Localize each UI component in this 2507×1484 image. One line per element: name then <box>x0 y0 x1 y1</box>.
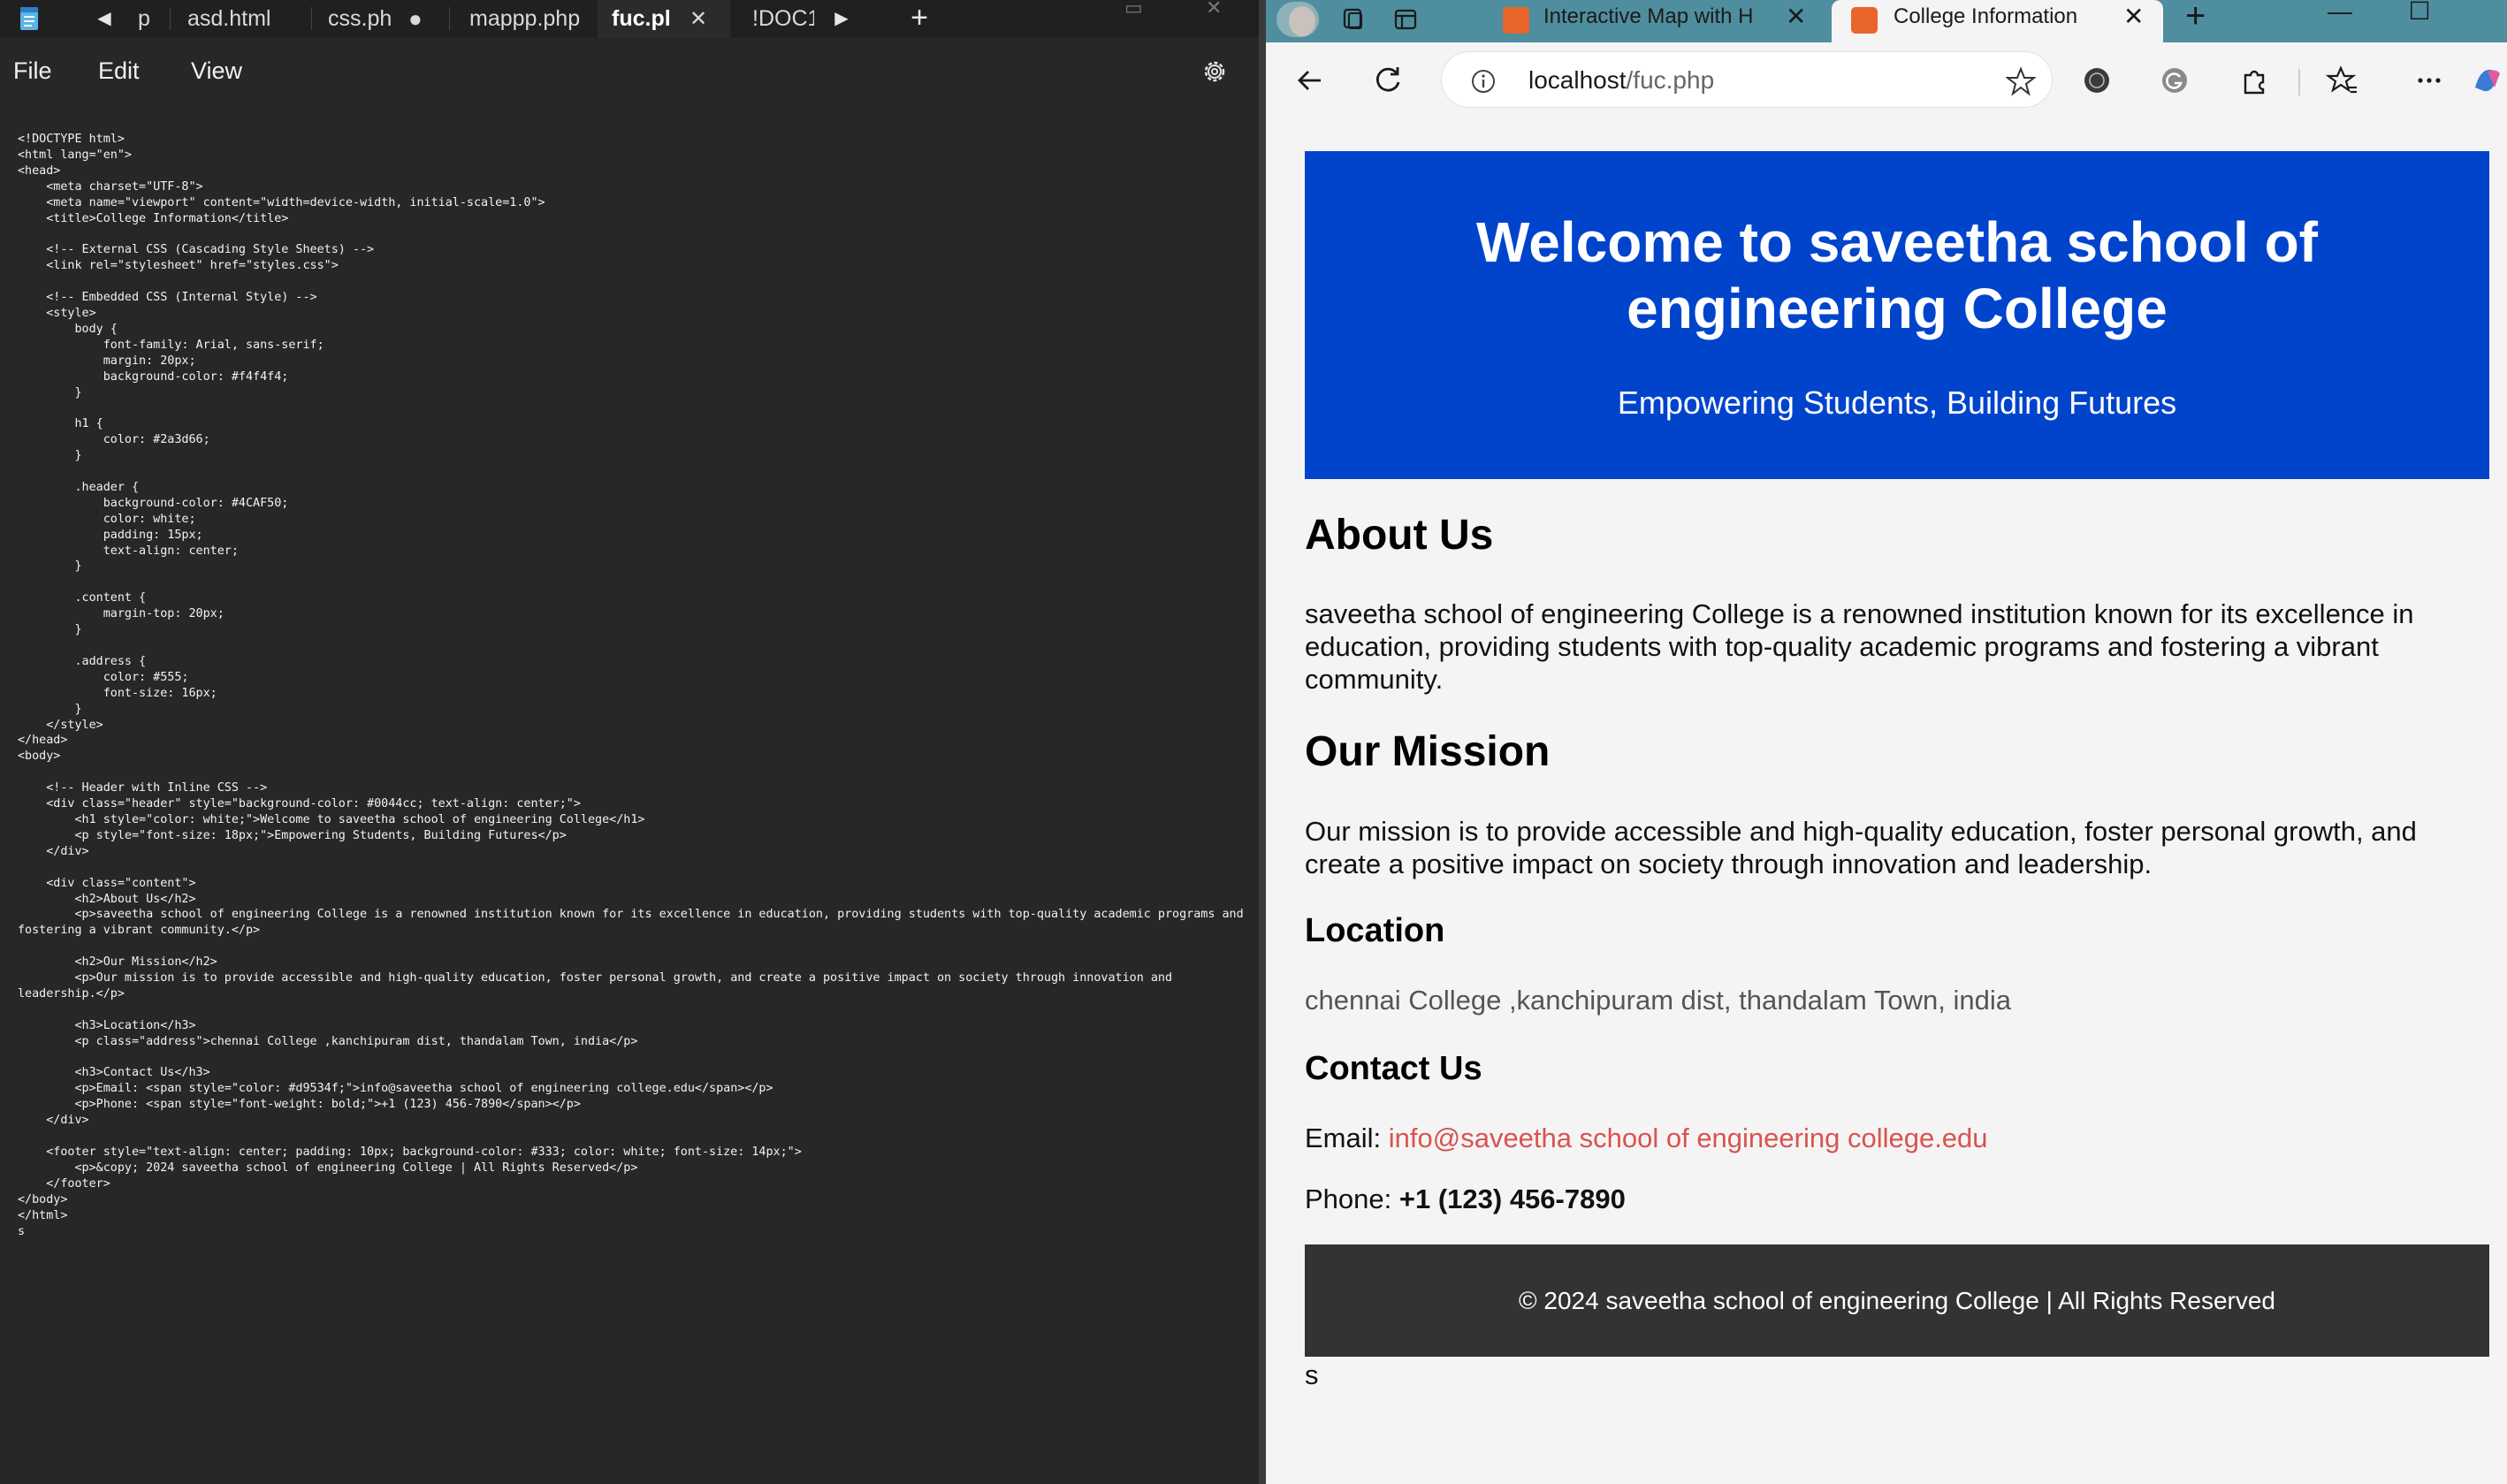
tab-separator <box>311 7 312 30</box>
tab-asd-html[interactable]: asd.html <box>187 0 293 38</box>
notepad-tab-bar: ◀ p asd.html css.ph| ● mappp.php fuc.pl … <box>0 0 1259 38</box>
tab-close-icon[interactable]: ✕ <box>2123 0 2144 33</box>
location-heading: Location <box>1305 912 1445 949</box>
about-paragraph: saveetha school of engineering College i… <box>1305 598 2414 695</box>
notepad-window: ◀ p asd.html css.ph| ● mappp.php fuc.pl … <box>0 0 1259 1484</box>
page-footer: © 2024 saveetha school of engineering Co… <box>1305 1244 2489 1357</box>
site-info-icon[interactable] <box>1470 68 1497 95</box>
menu-view[interactable]: View <box>191 38 242 103</box>
address-text: chennai College ,kanchipuram dist, thand… <box>1305 985 2012 1016</box>
tab-close-icon[interactable]: ✕ <box>690 0 707 38</box>
stray-text: s <box>1305 1359 1319 1390</box>
tab-doc1[interactable]: !DOC1 <box>752 0 814 38</box>
tab-p[interactable]: p <box>138 0 157 38</box>
browser-window: Interactive Map with H ✕ College Informa… <box>1266 0 2507 1484</box>
url-text[interactable]: localhost/fuc.php <box>1528 52 1714 109</box>
minimize-button[interactable]: — <box>2318 0 2362 35</box>
favorites-icon[interactable] <box>2323 61 2362 100</box>
new-tab-button[interactable]: + <box>2185 0 2206 34</box>
email-line: Email: info@saveetha school of engineeri… <box>1305 1122 2489 1154</box>
tab-separator <box>170 7 171 30</box>
toolbar-divider <box>2298 69 2300 95</box>
mission-heading: Our Mission <box>1305 728 1551 775</box>
back-arrow-icon[interactable] <box>1291 61 1330 100</box>
tab-scroll-left-icon[interactable]: ◀ <box>88 0 120 38</box>
tab-actions-icon[interactable] <box>1390 4 1421 35</box>
contact-heading: Contact Us <box>1305 1050 1482 1087</box>
tab-title: Interactive Map with H <box>1543 4 1754 28</box>
code-editor[interactable]: <!DOCTYPE html> <html lang="en"> <head> … <box>0 103 1259 1484</box>
xampp-favicon-icon <box>1851 7 1878 34</box>
email-label: Email: <box>1305 1123 1389 1153</box>
url-host: localhost <box>1528 66 1627 94</box>
settings-gear-icon[interactable] <box>1200 57 1229 86</box>
page-subtitle: Empowering Students, Building Futures <box>1617 384 2177 421</box>
profile-avatar[interactable] <box>1276 2 1319 37</box>
page-header: Welcome to saveetha school of engineerin… <box>1305 151 2489 479</box>
browser-toolbar: localhost/fuc.php <box>1266 42 2507 118</box>
tab-title: College Information <box>1894 4 2078 28</box>
menu-file[interactable]: File <box>13 38 52 103</box>
url-path: /fuc.php <box>1626 66 1715 94</box>
code-text[interactable]: <!DOCTYPE html> <html lang="en"> <head> … <box>18 132 1252 1239</box>
grammarly-icon[interactable] <box>2155 61 2194 100</box>
maximize-button[interactable]: ☐ <box>2397 0 2442 35</box>
minimize-icon[interactable]: ▭ <box>1124 0 1143 19</box>
workspaces-icon[interactable] <box>1337 4 1368 35</box>
extensions-puzzle-icon[interactable] <box>2235 61 2274 100</box>
address-bar[interactable]: localhost/fuc.php <box>1441 51 2053 108</box>
refresh-icon[interactable] <box>1368 61 1407 100</box>
browser-tab-college-information[interactable]: College Information ✕ <box>1832 0 2163 42</box>
more-options-icon[interactable] <box>2410 61 2449 100</box>
browser-tab-strip: Interactive Map with H ✕ College Informa… <box>1266 0 2507 42</box>
browser-tab-interactive-map[interactable]: Interactive Map with H ✕ <box>1494 0 1825 42</box>
new-tab-button[interactable]: + <box>902 0 937 38</box>
tab-scroll-right-icon[interactable]: ▶ <box>826 0 857 38</box>
email-value: info@saveetha school of engineering coll… <box>1388 1123 1988 1153</box>
close-window-icon[interactable]: ✕ <box>1206 0 1222 19</box>
tab-css-php[interactable]: css.ph| <box>328 0 392 38</box>
tab-fuc-php[interactable]: fuc.pl <box>612 0 670 38</box>
phone-label: Phone: <box>1305 1183 1399 1214</box>
web-page-viewport[interactable]: Welcome to saveetha school of engineerin… <box>1266 118 2507 1484</box>
page-title: Welcome to saveetha school of engineerin… <box>1476 210 2318 340</box>
notepad-menu-bar: File Edit View <box>0 38 1259 103</box>
mission-paragraph: Our mission is to provide accessible and… <box>1305 816 2417 879</box>
phone-line: Phone: +1 (123) 456-7890 <box>1305 1183 2489 1215</box>
unsaved-dot-icon: ● <box>408 5 423 32</box>
extension-web-icon[interactable] <box>2077 61 2116 100</box>
phone-value: +1 (123) 456-7890 <box>1398 1183 1626 1214</box>
menu-edit[interactable]: Edit <box>98 38 140 103</box>
notepad-app-icon <box>20 7 38 30</box>
favorite-star-icon[interactable] <box>2006 66 2036 96</box>
copilot-icon[interactable] <box>2468 61 2507 100</box>
tab-separator <box>449 7 450 30</box>
about-heading: About Us <box>1305 512 1494 559</box>
tab-close-icon[interactable]: ✕ <box>1786 0 1806 33</box>
xampp-favicon-icon <box>1503 7 1529 34</box>
window-splitter[interactable] <box>1259 0 1266 1484</box>
tab-mappp-php[interactable]: mappp.php <box>469 0 589 38</box>
